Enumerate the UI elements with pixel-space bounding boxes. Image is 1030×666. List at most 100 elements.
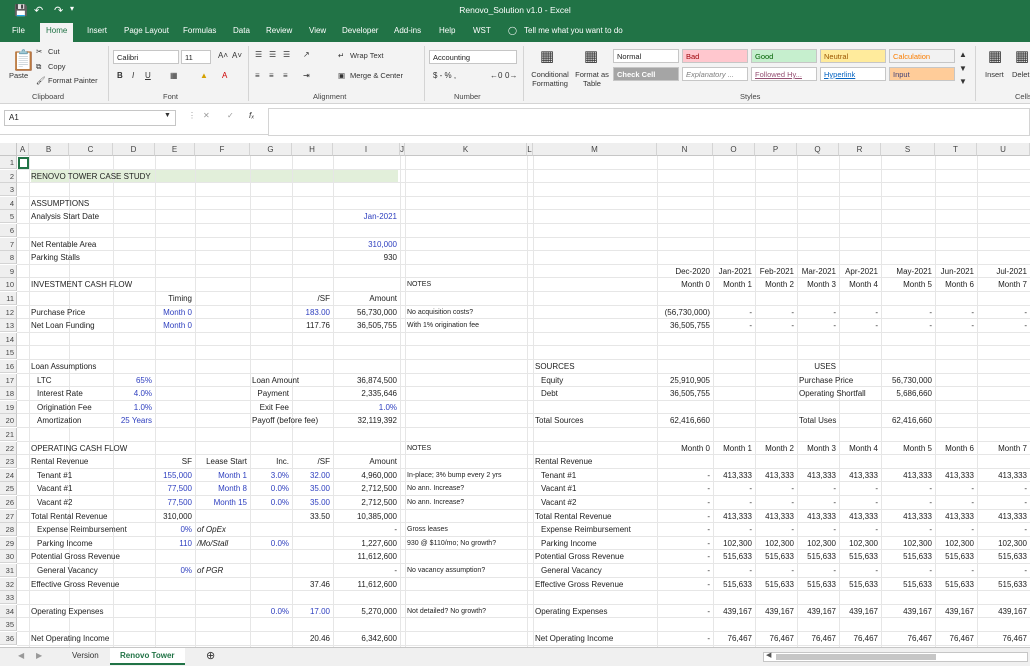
cell-i5[interactable]: Jan-2021 [333,210,400,223]
italic-icon[interactable]: I [132,71,134,80]
cell-r25[interactable]: - [839,482,881,495]
cell-k24[interactable]: In-place; 3% bump every 2 yrs [405,469,527,482]
format-painter-button[interactable]: Format Painter [48,76,98,85]
cell-p29[interactable]: 102,300 [755,537,797,550]
cell-r31[interactable]: - [839,564,881,577]
cell-k26[interactable]: No ann. Increase? [405,496,527,509]
cell-g29[interactable]: 0.0% [250,537,292,550]
cell-n36[interactable]: - [657,632,713,645]
cell-i25[interactable]: 2,712,500 [333,482,400,495]
cell-i36[interactable]: 6,342,600 [333,632,400,645]
row-header[interactable]: 26 [0,496,17,509]
cell-t25[interactable]: - [935,482,977,495]
cell-b26[interactable]: Vacant #2 [29,496,72,509]
cell-u31[interactable]: - [977,564,1030,577]
cell-u28[interactable]: - [977,523,1030,536]
column-header-b[interactable]: B [29,143,69,156]
cell-s12[interactable]: - [881,306,935,319]
tab-developer[interactable]: Developer [342,26,378,35]
orientation-icon[interactable]: ↗ [303,50,310,59]
cell-g23[interactable]: Inc. [250,455,292,468]
cancel-entry-icon[interactable]: ✕ [203,111,210,120]
cell-t28[interactable]: - [935,523,977,536]
cell-k34[interactable]: Not detailed? No growth? [405,605,527,618]
row-header[interactable]: 4 [0,196,17,210]
cell-b24[interactable]: Tenant #1 [29,469,72,482]
cell-o27[interactable]: 413,333 [713,510,755,523]
cell-e29[interactable]: 110 [155,537,195,550]
cell-n10[interactable]: Month 0 [657,278,713,291]
column-header-n[interactable]: N [657,143,713,156]
cell-m30[interactable]: Potential Gross Revenue [533,550,657,563]
cell-r12[interactable]: - [839,306,881,319]
tell-me-search[interactable]: Tell me what you want to do [524,26,623,35]
cell-q30[interactable]: 515,633 [797,550,839,563]
style-input[interactable]: Input [889,67,955,81]
cell-n28[interactable]: - [657,523,713,536]
cell-t13[interactable]: - [935,319,977,332]
cell-r30[interactable]: 515,633 [839,550,881,563]
row-header[interactable]: 32 [0,577,17,591]
cell-q27[interactable]: 413,333 [797,510,839,523]
horizontal-scrollbar[interactable]: ◀ [763,652,1028,662]
cell-i8[interactable]: 930 [333,251,400,264]
tab-home[interactable]: Home [40,23,74,42]
cell-b27[interactable]: Total Rental Revenue [29,510,108,523]
cell-p26[interactable]: - [755,496,797,509]
cell-b28[interactable]: Expense Reimbursement [29,523,127,536]
row-header[interactable]: 13 [0,319,17,333]
cell-i34[interactable]: 5,270,000 [333,605,400,618]
cell-q16[interactable]: USES [797,360,839,373]
cell-g26[interactable]: 0.0% [250,496,292,509]
cell-s29[interactable]: 102,300 [881,537,935,550]
column-header-c[interactable]: C [69,143,113,156]
cell-n26[interactable]: - [657,496,713,509]
cell-b32[interactable]: Effective Gross Revenue [29,578,119,591]
tab-page-layout[interactable]: Page Layout [124,26,169,35]
cell-k12[interactable]: No acquisition costs? [405,306,527,319]
cell-g25[interactable]: 0.0% [250,482,292,495]
cell-b30[interactable]: Potential Gross Revenue [29,550,120,563]
cell-n22[interactable]: Month 0 [657,442,713,455]
cell-i18[interactable]: 2,335,646 [333,387,400,400]
cell-n32[interactable]: - [657,578,713,591]
row-header[interactable]: 27 [0,509,17,523]
conditional-formatting-icon[interactable]: ▦ [540,47,554,65]
cell-b12[interactable]: Purchase Price [29,306,85,319]
row-header[interactable]: 29 [0,536,17,550]
format-as-table-button[interactable]: Format as Table [575,70,609,88]
borders-icon[interactable]: ▦ [170,71,178,80]
decrease-decimal-icon[interactable]: 0→ [505,71,517,80]
row-header[interactable]: 5 [0,210,17,224]
cell-i11[interactable]: Amount [333,292,400,305]
cell-r24[interactable]: 413,333 [839,469,881,482]
cell-u12[interactable]: - [977,306,1030,319]
cell-t36[interactable]: 76,467 [935,632,977,645]
cell-u32[interactable]: 515,633 [977,578,1030,591]
column-header-h[interactable]: H [292,143,333,156]
cell-b22[interactable]: OPERATING CASH FLOW [29,442,127,455]
cell-f28[interactable]: of OpEx [195,523,250,536]
cell-k22[interactable]: NOTES [405,442,527,455]
cell-d20[interactable]: 25 Years [113,414,155,427]
tab-insert[interactable]: Insert [87,26,107,35]
insert-cells-button[interactable]: Insert [985,70,1004,79]
cell-e12[interactable]: Month 0 [155,306,195,319]
cell-o10[interactable]: Month 1 [713,278,755,291]
cell-g18[interactable]: Payment [250,387,292,400]
row-header[interactable]: 17 [0,373,17,387]
row-header[interactable]: 31 [0,564,17,577]
align-left-icon[interactable]: ≡ [255,71,260,80]
cell-k25[interactable]: No ann. Increase? [405,482,527,495]
row-header[interactable]: 30 [0,550,17,564]
cell-n27[interactable]: - [657,510,713,523]
cell-n29[interactable]: - [657,537,713,550]
sheet-next-icon[interactable]: ▶ [26,648,52,665]
row-header[interactable]: 16 [0,360,17,373]
cell-n18[interactable]: 36,505,755 [657,387,713,400]
cell-k29[interactable]: 930 @ $110/mo; No growth? [405,537,527,550]
cell-u34[interactable]: 439,167 [977,605,1030,618]
cell-h25[interactable]: 35.00 [292,482,333,495]
row-header[interactable]: 15 [0,346,17,360]
paste-icon[interactable]: 📋 [11,48,36,73]
